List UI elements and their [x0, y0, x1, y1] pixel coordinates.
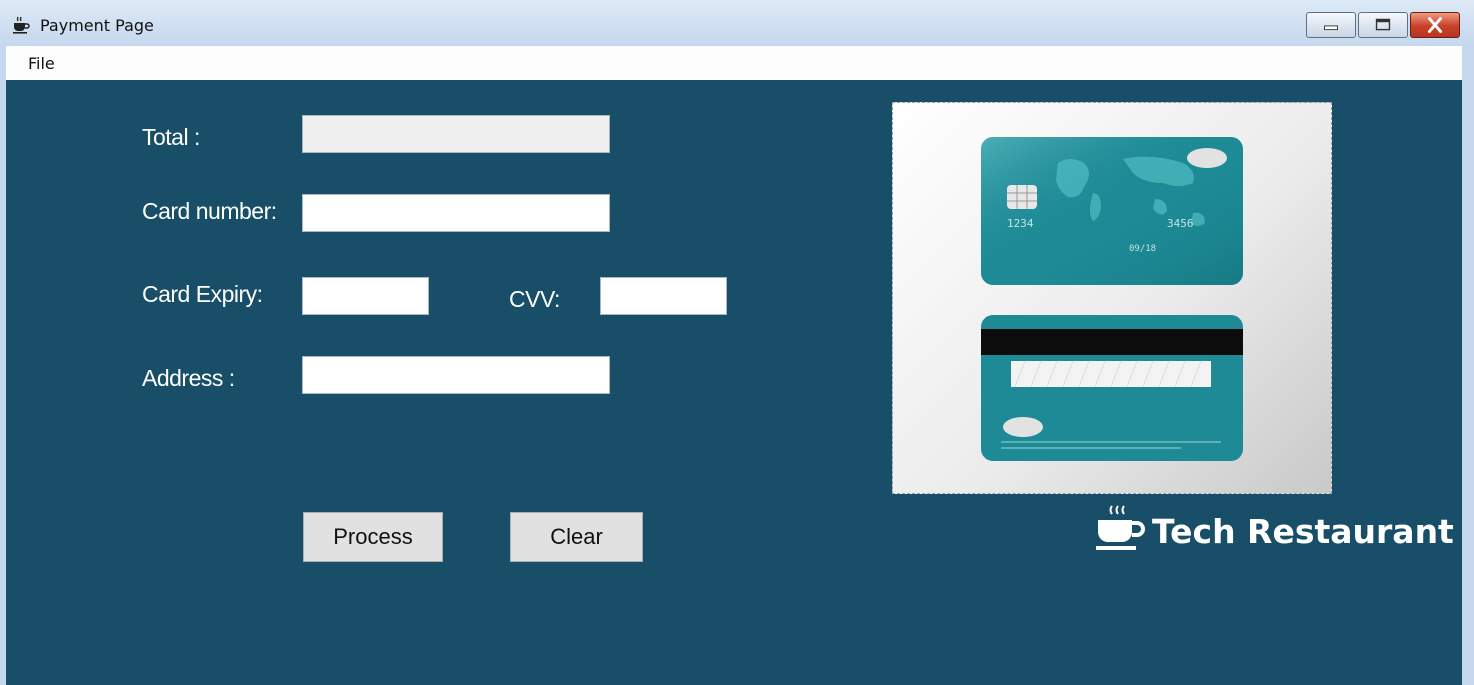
close-icon	[1427, 17, 1443, 33]
total-field[interactable]	[302, 115, 610, 153]
coffee-cup-icon	[1096, 505, 1145, 550]
card-expiry-label: Card Expiry:	[142, 281, 263, 307]
minimize-button[interactable]	[1306, 12, 1356, 38]
menu-file[interactable]: File	[28, 54, 55, 73]
window-title: Payment Page	[40, 16, 154, 35]
clear-button[interactable]: Clear	[510, 512, 643, 562]
svg-text:09/18: 09/18	[1129, 244, 1156, 254]
payment-window: Payment Page File Total : Card number: C…	[0, 0, 1474, 685]
process-button[interactable]: Process	[303, 512, 443, 562]
close-button[interactable]	[1410, 12, 1460, 38]
tech-restaurant-logo: Tech Restaurant	[1094, 504, 1454, 556]
total-label: Total :	[142, 124, 200, 150]
coffee-cup-icon	[13, 16, 30, 34]
title-bar[interactable]: Payment Page	[0, 0, 1474, 47]
card-front: 1234 3456 09/18	[981, 137, 1243, 285]
address-field[interactable]	[302, 356, 610, 394]
menu-bar: File	[6, 46, 1462, 80]
maximize-button[interactable]	[1358, 12, 1408, 38]
card-back	[981, 315, 1243, 461]
cvv-label: CVV:	[509, 286, 560, 312]
credit-card-illustration: 1234 3456 09/18	[981, 137, 1243, 461]
cvv-field[interactable]	[600, 277, 727, 315]
payment-form-panel: Total : Card number: Card Expiry: CVV: A…	[6, 80, 1462, 685]
card-expiry-field[interactable]	[302, 277, 429, 315]
svg-text:1234: 1234	[1007, 217, 1034, 230]
maximize-icon	[1375, 18, 1391, 31]
svg-text:3456: 3456	[1167, 217, 1194, 230]
card-number-label: Card number:	[142, 198, 277, 224]
card-number-field[interactable]	[302, 194, 610, 232]
minimize-icon	[1324, 25, 1338, 31]
address-label: Address :	[142, 365, 235, 391]
window-frame-right	[1462, 46, 1474, 685]
credit-card-image: 1234 3456 09/18	[892, 102, 1332, 494]
brand-name: Tech Restaurant	[1152, 512, 1454, 551]
